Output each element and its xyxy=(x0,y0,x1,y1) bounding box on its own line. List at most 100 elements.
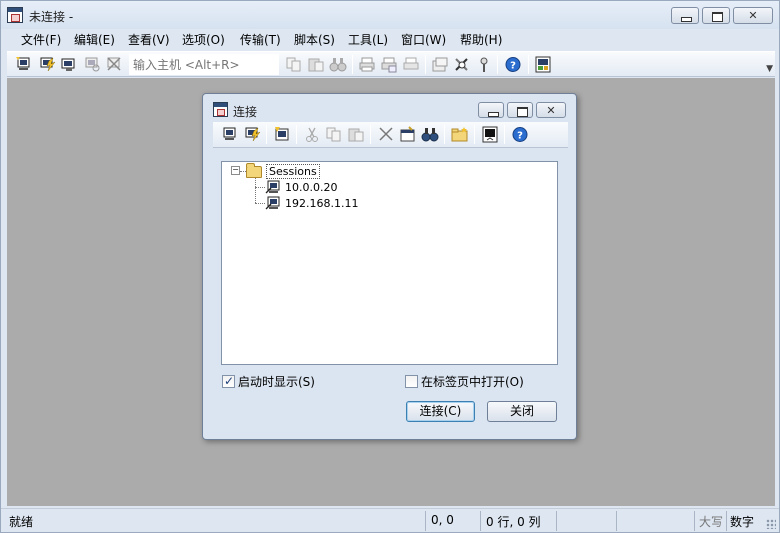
close-button[interactable]: ✕ xyxy=(733,7,773,24)
session-options-icon[interactable] xyxy=(431,56,449,73)
tree-connector xyxy=(255,187,265,188)
maximize-button[interactable] xyxy=(702,7,730,24)
print-icon[interactable] xyxy=(358,56,376,73)
toolbar-separator xyxy=(352,55,353,74)
sftp-icon[interactable] xyxy=(534,56,552,73)
title-bar: 未连接 - ✕ xyxy=(1,1,779,29)
show-on-startup-label: 启动时显示(S) xyxy=(238,375,315,389)
session-icon xyxy=(265,196,281,210)
open-in-tab-label: 在标签页中打开(O) xyxy=(421,375,524,389)
dialog-maximize-button[interactable] xyxy=(507,102,533,118)
resize-grip[interactable] xyxy=(766,519,776,529)
toolbar-separator xyxy=(425,55,426,74)
svg-text:?: ? xyxy=(510,61,516,72)
properties-icon[interactable] xyxy=(399,126,417,143)
status-divider xyxy=(694,511,695,531)
menu-view[interactable]: 查看(V) xyxy=(126,31,172,48)
quick-connect-icon[interactable] xyxy=(38,56,56,73)
session-icon xyxy=(265,180,281,194)
copy-icon[interactable] xyxy=(325,126,343,143)
open-in-tab-checkbox[interactable]: 在标签页中打开(O) xyxy=(405,373,524,390)
dialog-minimize-button[interactable] xyxy=(478,102,504,118)
toolbar-separator xyxy=(504,125,505,144)
checkbox-box[interactable] xyxy=(222,374,235,388)
status-divider xyxy=(480,511,481,531)
tree-collapse-icon[interactable]: − xyxy=(231,166,240,175)
connect-in-tab-icon[interactable] xyxy=(60,56,78,73)
status-num: 数字 xyxy=(730,515,755,529)
menu-options[interactable]: 选项(O) xyxy=(180,31,227,48)
toolbar-separator xyxy=(444,125,445,144)
find-icon[interactable] xyxy=(329,56,347,73)
toolbar-separator xyxy=(370,125,371,144)
status-caps: 大写 xyxy=(699,515,724,529)
dialog-app-icon xyxy=(213,102,228,117)
reconnect-icon[interactable] xyxy=(83,56,101,73)
tree-connector xyxy=(255,178,256,203)
dialog-title-bar: 连接 ✕ xyxy=(203,94,576,123)
delete-icon[interactable] xyxy=(377,126,395,143)
tree-item[interactable]: 192.168.1.11 xyxy=(265,196,358,210)
tree-item-label: 10.0.0.20 xyxy=(285,180,338,194)
status-divider xyxy=(556,511,557,531)
menu-script[interactable]: 脚本(S) xyxy=(292,31,337,48)
show-on-startup-checkbox[interactable]: 启动时显示(S) xyxy=(222,373,315,390)
app-icon xyxy=(7,7,23,23)
paste-icon[interactable] xyxy=(307,56,325,73)
dialog-caption-buttons: ✕ xyxy=(478,102,566,118)
toolbar-separator xyxy=(296,125,297,144)
find-icon[interactable] xyxy=(421,126,439,143)
dialog-close-button[interactable]: ✕ xyxy=(536,102,566,118)
menu-transfer[interactable]: 传输(T) xyxy=(238,31,283,48)
help-icon[interactable]: ? xyxy=(504,56,522,73)
create-shortcut-icon[interactable] xyxy=(481,126,499,143)
tree-root-label: Sessions xyxy=(266,164,320,179)
toolbar-separator xyxy=(528,55,529,74)
status-position: 0, 0 xyxy=(431,513,454,527)
toolbar-overflow-icon[interactable]: ▼ xyxy=(766,64,773,74)
new-session-icon[interactable] xyxy=(273,126,291,143)
tree-item[interactable]: 10.0.0.20 xyxy=(265,180,337,194)
svg-text:?: ? xyxy=(517,131,523,142)
status-divider xyxy=(726,511,727,531)
status-row-col: 0 行, 0 列 xyxy=(486,515,541,529)
new-folder-icon[interactable] xyxy=(451,126,469,143)
status-ready: 就绪 xyxy=(9,515,34,529)
quick-connect-icon[interactable] xyxy=(243,126,261,143)
menu-help[interactable]: 帮助(H) xyxy=(458,31,504,48)
menu-tools[interactable]: 工具(L) xyxy=(346,31,390,48)
cut-icon[interactable] xyxy=(303,126,321,143)
close-icon: ✕ xyxy=(748,9,758,22)
global-options-icon[interactable] xyxy=(453,56,471,73)
toolbar-separator xyxy=(266,125,267,144)
tree-root-sessions[interactable]: Sessions xyxy=(246,162,320,179)
connect-icon[interactable] xyxy=(15,56,33,73)
print-selection-icon[interactable] xyxy=(402,56,420,73)
disconnect-icon[interactable] xyxy=(105,56,123,73)
connect-button[interactable]: 连接(C) xyxy=(406,401,475,422)
close-icon: ✕ xyxy=(546,104,556,117)
folder-icon xyxy=(246,162,262,178)
session-tree[interactable]: − Sessions 10.0.0.20 192.168.1.11 xyxy=(221,161,558,365)
minimize-button[interactable] xyxy=(671,7,699,24)
status-divider xyxy=(616,511,617,531)
paste-icon[interactable] xyxy=(347,126,365,143)
dialog-title: 连接 xyxy=(233,105,258,119)
menu-bar: 文件(F) 编辑(E) 查看(V) 选项(O) 传输(T) 脚本(S) 工具(L… xyxy=(1,29,779,49)
help-icon[interactable]: ? xyxy=(511,126,529,143)
status-divider xyxy=(425,511,426,531)
menu-edit[interactable]: 编辑(E) xyxy=(72,31,117,48)
tree-item-label: 192.168.1.11 xyxy=(285,196,359,210)
tree-connector xyxy=(255,203,265,204)
keymap-icon[interactable] xyxy=(475,56,493,73)
close-dialog-button[interactable]: 关闭 xyxy=(487,401,557,422)
caption-buttons: ✕ xyxy=(671,7,773,24)
dialog-toolbar: ? xyxy=(213,122,568,148)
print-setup-icon[interactable] xyxy=(380,56,398,73)
host-input[interactable] xyxy=(129,54,279,75)
connect-icon[interactable] xyxy=(221,126,239,143)
menu-window[interactable]: 窗口(W) xyxy=(399,31,448,48)
copy-icon[interactable] xyxy=(285,56,303,73)
menu-file[interactable]: 文件(F) xyxy=(19,31,63,48)
checkbox-box[interactable] xyxy=(405,375,418,388)
